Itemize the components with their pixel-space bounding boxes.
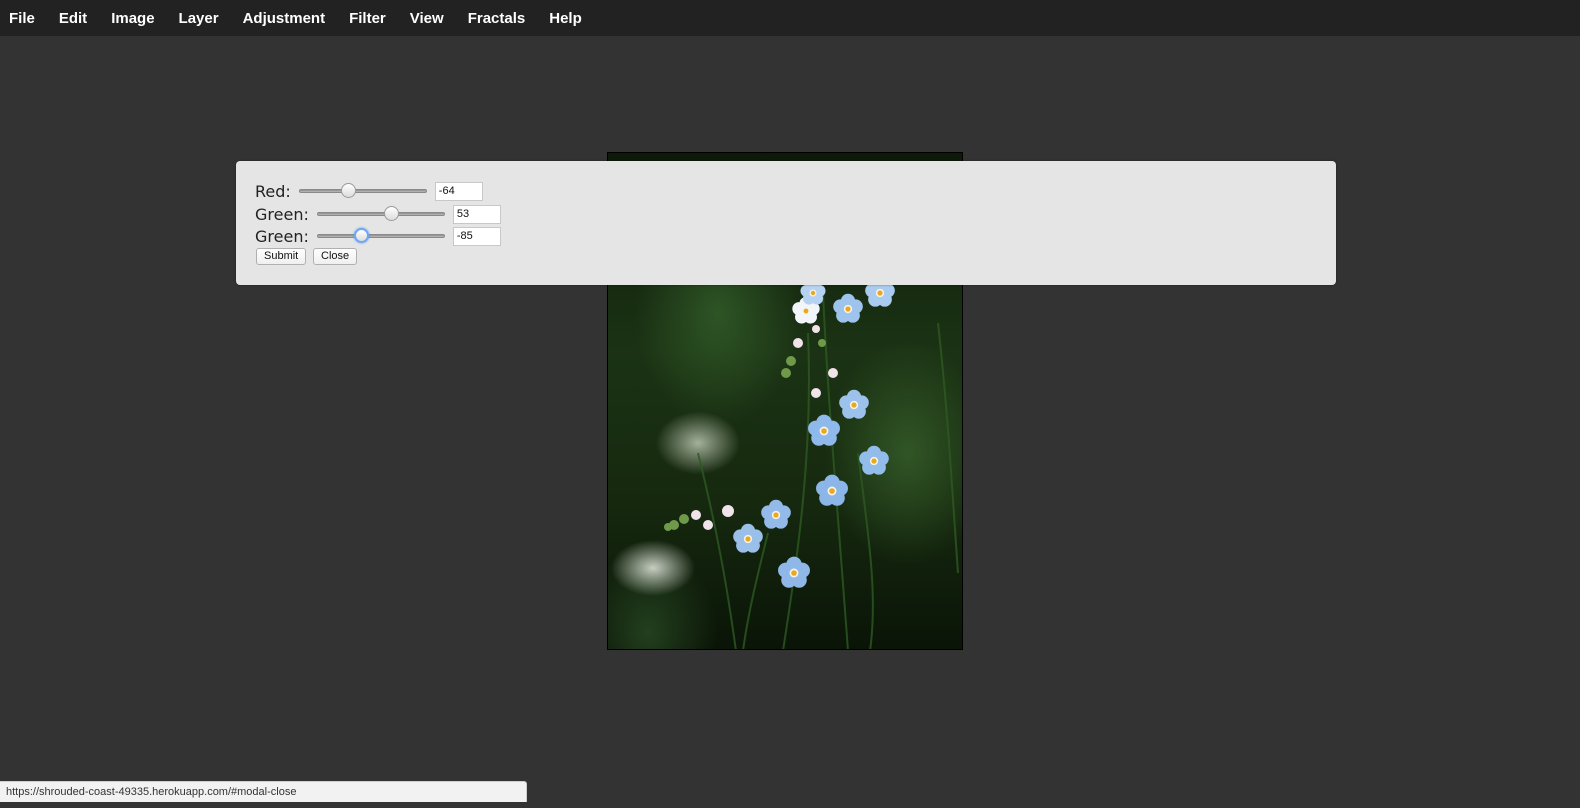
slider-track (316, 212, 445, 216)
red-slider[interactable] (298, 181, 427, 201)
menu-image[interactable]: Image (111, 10, 154, 27)
green-row: Green: (255, 204, 501, 224)
menu-filter[interactable]: Filter (349, 10, 386, 27)
slider-thumb[interactable] (384, 206, 400, 221)
flower (778, 556, 810, 588)
slider-track (316, 234, 445, 238)
menu-bar: File Edit Image Layer Adjustment Filter … (0, 0, 1580, 36)
menu-fractals[interactable]: Fractals (468, 10, 526, 27)
blue-value-input[interactable] (452, 226, 501, 246)
flower (839, 389, 869, 419)
menu-edit[interactable]: Edit (59, 10, 87, 27)
flower (833, 293, 863, 323)
slider-thumb[interactable] (354, 228, 370, 243)
menu-view[interactable]: View (410, 10, 444, 27)
menu-layer[interactable]: Layer (179, 10, 219, 27)
green-value-input[interactable] (452, 204, 501, 224)
blue-label: Green: (255, 226, 309, 246)
green-label: Green: (255, 204, 309, 224)
menu-adjustment[interactable]: Adjustment (243, 10, 326, 27)
flower (733, 523, 763, 553)
red-row: Red: (255, 181, 483, 201)
submit-button[interactable]: Submit (256, 248, 307, 265)
menu-help[interactable]: Help (549, 10, 582, 27)
green-slider[interactable] (316, 204, 445, 224)
flower (816, 474, 848, 506)
red-value-input[interactable] (434, 181, 483, 201)
flower (808, 414, 840, 446)
rgb-adjust-dialog: Red: Green: Green: Submit Close (236, 161, 1336, 285)
flower (761, 499, 791, 529)
blue-slider[interactable] (316, 226, 445, 246)
red-label: Red: (255, 181, 291, 201)
slider-thumb[interactable] (340, 183, 356, 198)
blue-row: Green: (255, 226, 501, 246)
flower (859, 445, 889, 475)
menu-file[interactable]: File (9, 10, 35, 27)
slider-track (298, 189, 427, 193)
close-button[interactable]: Close (313, 248, 358, 265)
status-bar-url: https://shrouded-coast-49335.herokuapp.c… (0, 781, 527, 802)
